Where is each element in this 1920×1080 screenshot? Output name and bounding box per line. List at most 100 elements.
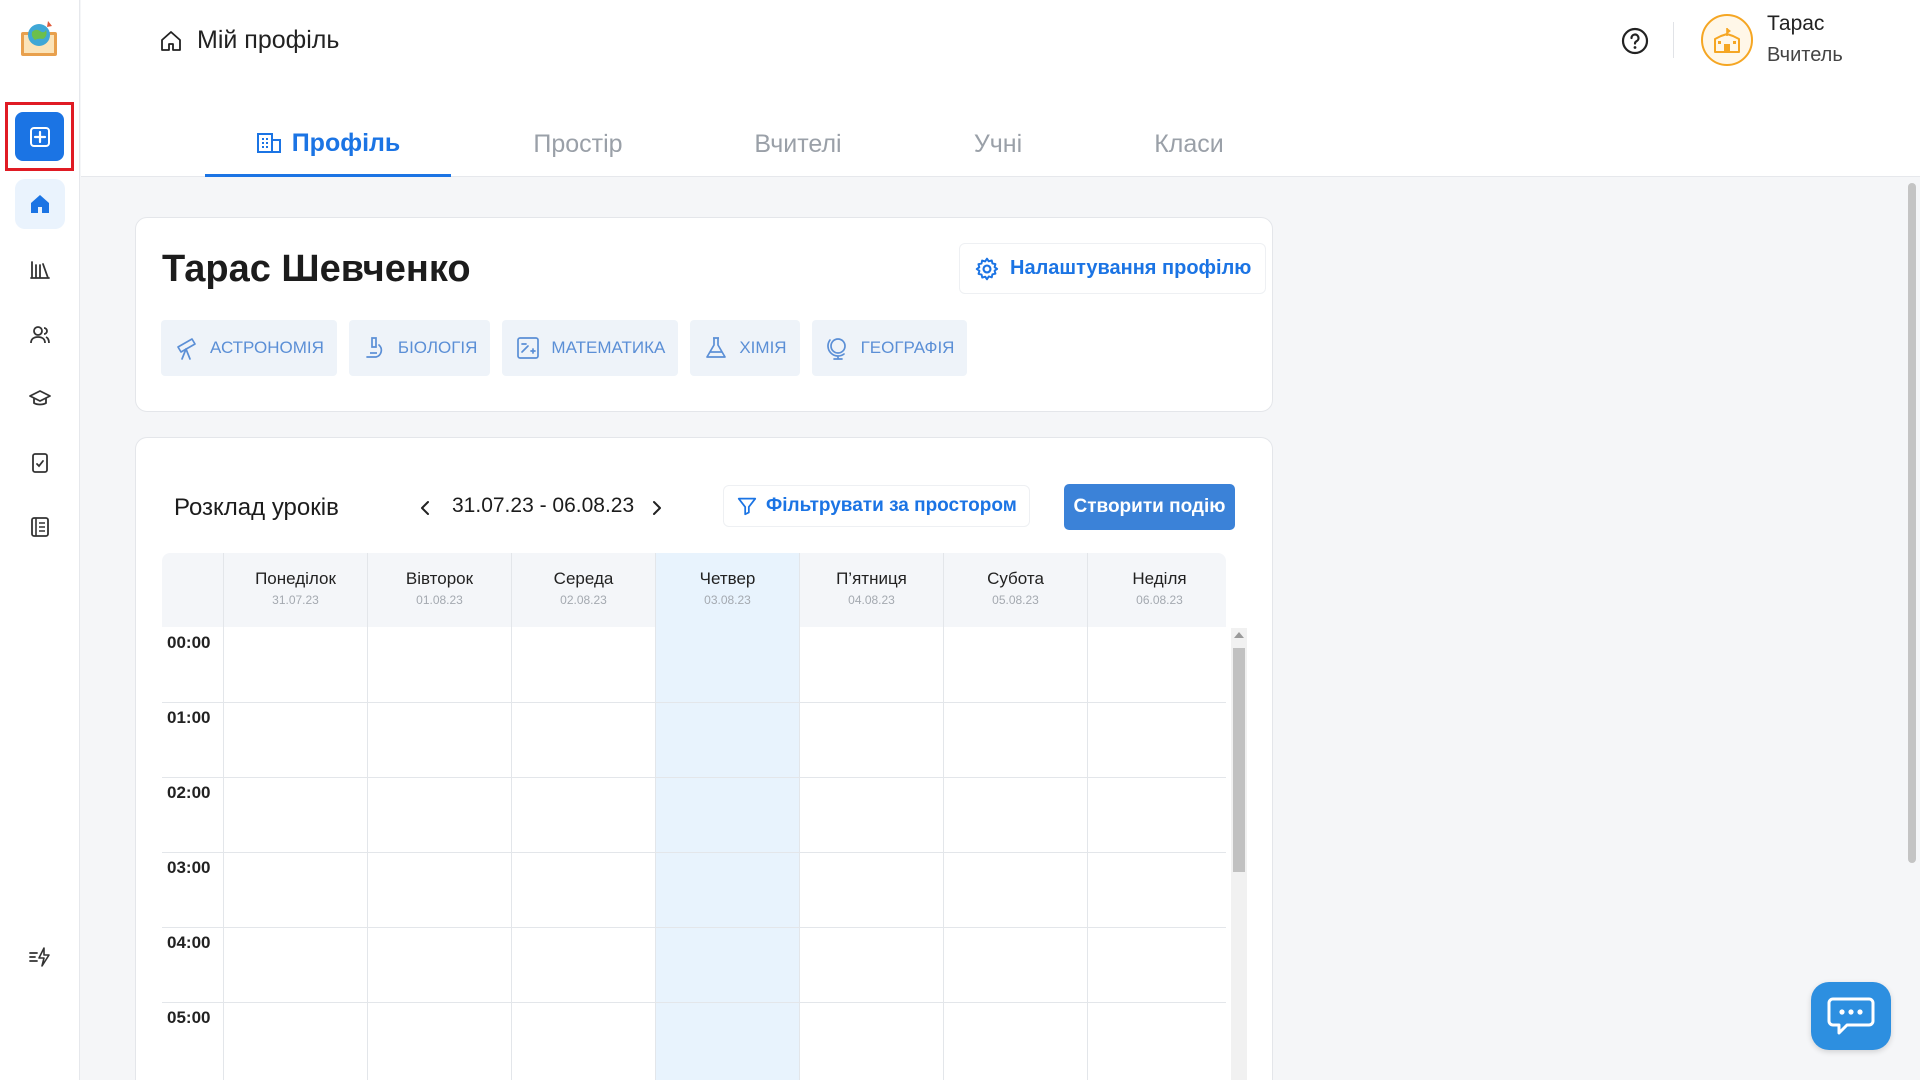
subject-chip-label: Хімія	[739, 338, 787, 357]
chat-bubble-icon	[1827, 997, 1875, 1035]
calendar-cell[interactable]	[655, 852, 799, 927]
calendar-cell[interactable]	[511, 627, 655, 702]
schedule-card: Розклад уроків 31.07.23 - 06.08.23 Фільт…	[135, 437, 1273, 1080]
sidebar-item-courses[interactable]	[15, 374, 65, 424]
app-logo[interactable]	[18, 18, 60, 60]
home-outline-icon[interactable]	[159, 29, 183, 53]
calendar-cell[interactable]	[511, 1002, 655, 1077]
calendar-cell[interactable]	[799, 702, 943, 777]
calendar-cell[interactable]	[943, 627, 1087, 702]
filter-by-space-button[interactable]: Фільтрувати за простором	[723, 485, 1030, 527]
sidebar-item-assignments[interactable]	[15, 438, 65, 488]
calendar-cell[interactable]	[223, 852, 367, 927]
tab-profile[interactable]: Профіль	[205, 112, 451, 177]
page-scrollbar[interactable]	[1908, 183, 1916, 863]
calendar-cell[interactable]	[367, 627, 511, 702]
subject-chip-chemistry[interactable]: Хімія	[690, 320, 800, 376]
calendar-cell[interactable]	[655, 702, 799, 777]
calendar-cell[interactable]	[1087, 777, 1231, 852]
calendar-cell[interactable]	[1087, 927, 1231, 1002]
sidebar-item-quick-actions[interactable]	[15, 932, 65, 982]
day-date: 31.07.23	[272, 593, 319, 607]
subject-chip-biology[interactable]: Біологія	[348, 320, 491, 376]
calendar-cell[interactable]	[655, 927, 799, 1002]
time-slot-label: 05:00	[167, 1008, 211, 1027]
breadcrumb: Мій профіль	[159, 26, 339, 55]
calendar-cell[interactable]	[1087, 852, 1231, 927]
scroll-up-arrow-icon[interactable]	[1234, 632, 1244, 638]
sidebar-item-users[interactable]	[15, 310, 65, 360]
calendar-cell[interactable]	[511, 702, 655, 777]
day-name: П’ятниця	[836, 569, 907, 588]
day-header[interactable]: Неділя 06.08.23	[1087, 553, 1231, 627]
tab-space[interactable]: Простір	[451, 112, 705, 177]
tab-students[interactable]: Учні	[891, 112, 1105, 177]
subject-chip-geography[interactable]: Географія	[811, 320, 968, 376]
calendar-cell[interactable]	[1087, 1002, 1231, 1077]
day-header[interactable]: Субота 05.08.23	[943, 553, 1087, 627]
calendar-cell[interactable]	[367, 927, 511, 1002]
calendar-cell[interactable]	[223, 777, 367, 852]
calendar-cell[interactable]	[223, 927, 367, 1002]
calendar-cell[interactable]	[1087, 627, 1231, 702]
day-header[interactable]: Середа 02.08.23	[511, 553, 655, 627]
calendar-cell[interactable]	[799, 777, 943, 852]
add-button[interactable]	[15, 112, 64, 161]
day-header[interactable]: Понеділок 31.07.23	[223, 553, 367, 627]
calendar-cell[interactable]	[511, 777, 655, 852]
calendar-cell[interactable]	[1087, 702, 1231, 777]
calendar-cell[interactable]	[943, 702, 1087, 777]
calendar-cell[interactable]	[223, 1002, 367, 1077]
calendar-cell[interactable]	[511, 927, 655, 1002]
calendar-cell[interactable]	[223, 702, 367, 777]
subject-chip-math[interactable]: Математика	[502, 320, 679, 376]
gear-icon	[975, 257, 999, 280]
user-name[interactable]: Тарас	[1767, 12, 1824, 36]
avatar[interactable]	[1701, 14, 1753, 66]
subject-chip-astronomy[interactable]: Астрономія	[161, 320, 337, 376]
calendar-cell[interactable]	[799, 852, 943, 927]
chevron-left-icon[interactable]	[414, 496, 438, 520]
day-header[interactable]: Четвер 03.08.23	[655, 553, 799, 627]
calendar-cell[interactable]	[799, 1002, 943, 1077]
tab-profile-label: Профіль	[291, 128, 401, 157]
time-slot-label: 02:00	[167, 783, 211, 802]
create-event-button[interactable]: Створити подію	[1064, 484, 1235, 530]
calendar-cell[interactable]	[943, 852, 1087, 927]
chat-support-button[interactable]	[1811, 982, 1891, 1050]
calendar-cell[interactable]	[655, 1002, 799, 1077]
help-button[interactable]	[1620, 26, 1650, 56]
tab-classes[interactable]: Класи	[1105, 112, 1273, 177]
profile-card: Тарас Шевченко Налаштування профілю Астр…	[135, 217, 1273, 412]
sidebar-item-journal[interactable]	[15, 502, 65, 552]
users-icon	[30, 326, 50, 344]
calendar-scrollbar[interactable]	[1231, 628, 1247, 1080]
home-icon	[31, 195, 49, 213]
sidebar-item-home[interactable]	[15, 179, 65, 229]
calendar-cell[interactable]	[943, 927, 1087, 1002]
calendar-cell[interactable]	[367, 777, 511, 852]
calendar-cell[interactable]	[367, 852, 511, 927]
calendar-cell[interactable]	[799, 627, 943, 702]
calendar-cell[interactable]	[943, 1002, 1087, 1077]
calendar-cell[interactable]	[655, 627, 799, 702]
calendar-cell[interactable]	[511, 852, 655, 927]
calendar-cell[interactable]	[943, 777, 1087, 852]
day-header[interactable]: Вівторок 01.08.23	[367, 553, 511, 627]
profile-settings-button[interactable]: Налаштування профілю	[959, 243, 1267, 294]
top-header: Мій профіль Тарас Вчитель Профіль Прості…	[81, 0, 1920, 177]
calendar-cell[interactable]	[655, 777, 799, 852]
tab-students-label: Учні	[973, 130, 1023, 158]
tab-teachers[interactable]: Вчителі	[705, 112, 891, 177]
chevron-right-icon[interactable]	[644, 496, 668, 520]
calendar-scroll-thumb[interactable]	[1233, 648, 1245, 872]
calendar-cell[interactable]	[223, 627, 367, 702]
calendar-cell[interactable]	[367, 702, 511, 777]
calendar-cell[interactable]	[799, 927, 943, 1002]
calendar-cell[interactable]	[367, 1002, 511, 1077]
sidebar-item-library[interactable]	[15, 245, 65, 295]
microscope-icon	[366, 337, 383, 358]
day-name: Вівторок	[405, 569, 474, 588]
tab-space-label: Простір	[533, 130, 623, 158]
day-header[interactable]: П’ятниця 04.08.23	[799, 553, 943, 627]
